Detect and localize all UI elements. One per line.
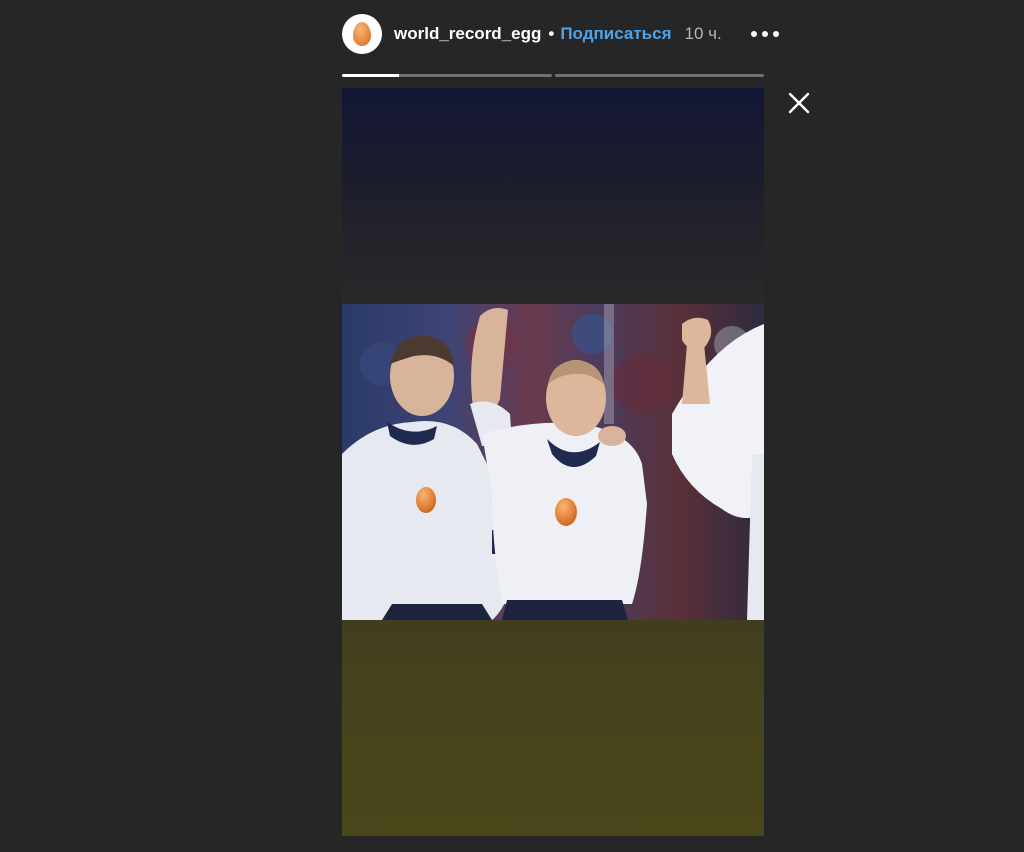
egg-avatar-icon[interactable] — [342, 14, 382, 54]
username[interactable]: world_record_egg — [394, 24, 541, 44]
timestamp: 10 ч. — [684, 24, 722, 43]
story-viewer: world_record_egg • Подписаться 10 ч. — [0, 0, 1024, 852]
players-celebrating-image — [342, 304, 764, 620]
follow-button[interactable]: Подписаться — [560, 24, 671, 44]
separator-dot: • — [548, 24, 555, 43]
more-dot — [762, 31, 768, 37]
story-photo — [342, 304, 764, 620]
story-header: world_record_egg • Подписаться 10 ч. — [342, 13, 722, 55]
progress-fill — [342, 74, 399, 77]
more-dot — [773, 31, 779, 37]
egg-icon — [353, 22, 371, 46]
close-icon[interactable] — [786, 90, 812, 116]
more-dot — [751, 31, 757, 37]
story-progress-bar — [342, 74, 764, 77]
progress-segment[interactable] — [342, 74, 552, 77]
more-options-icon[interactable] — [751, 24, 779, 44]
story-media[interactable] — [342, 88, 764, 836]
progress-segment[interactable] — [554, 74, 764, 77]
